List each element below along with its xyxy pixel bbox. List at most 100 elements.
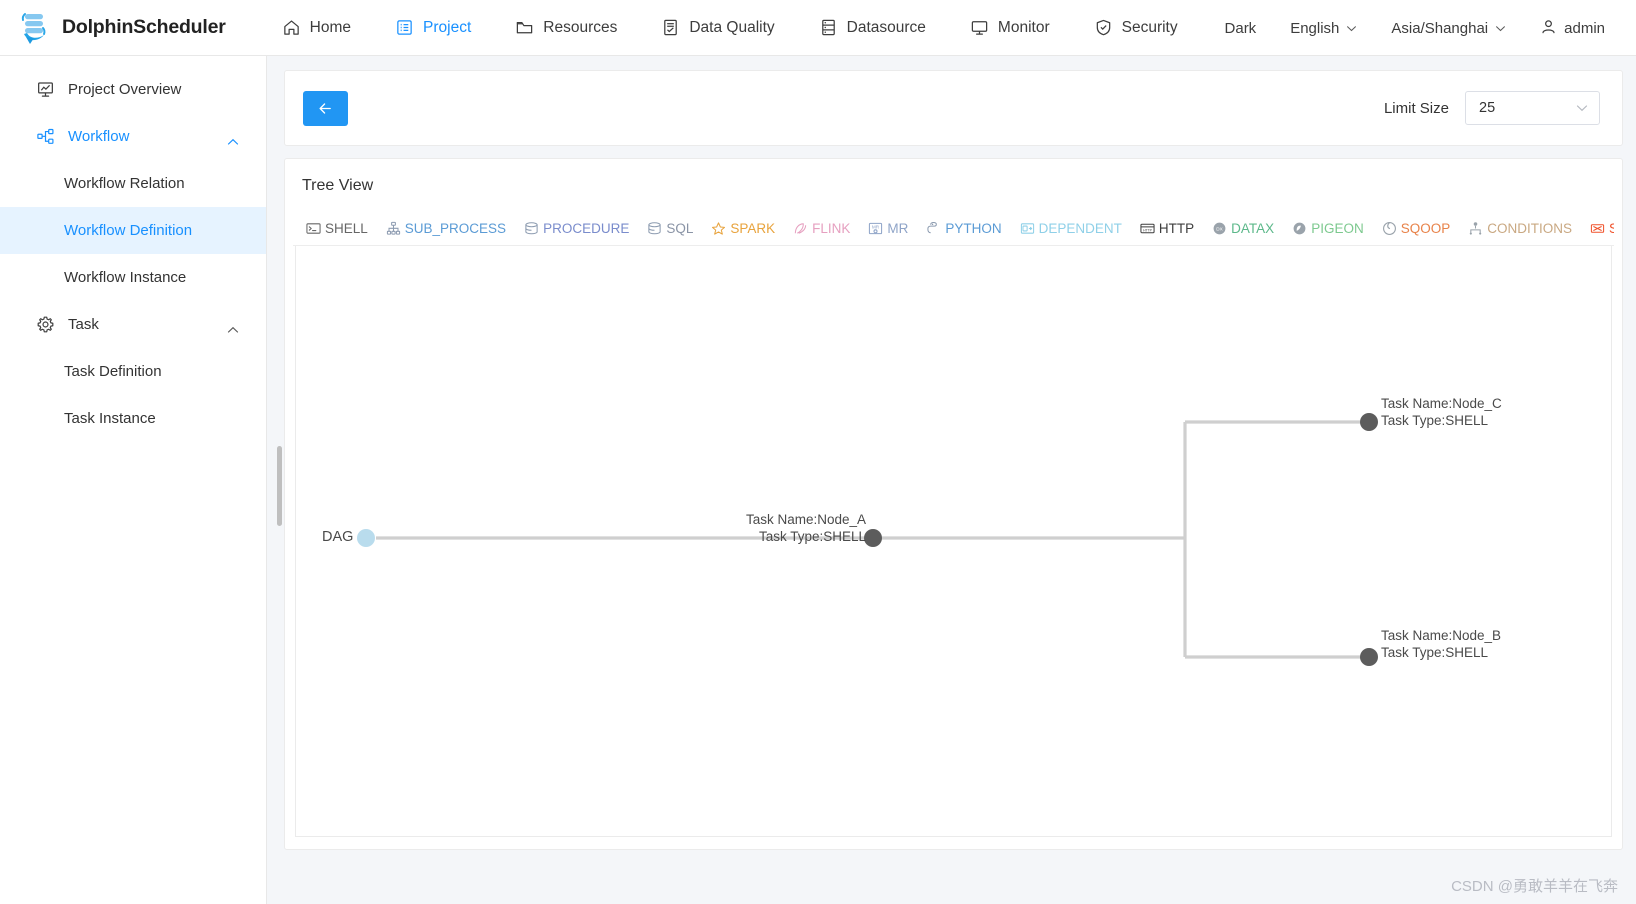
sidebar-item-workflow-definition[interactable]: Workflow Definition (0, 207, 266, 254)
chevron-down-icon (1495, 25, 1506, 32)
legend-item-datax[interactable]: DX DATAX (1203, 221, 1283, 236)
theme-toggle[interactable]: Dark (1208, 20, 1274, 37)
sql-icon (647, 221, 662, 236)
legend-label-switch: SWITCH (1609, 221, 1614, 236)
legend-label-datax: DATAX (1231, 221, 1274, 236)
nav-label-monitor: Monitor (998, 19, 1050, 37)
tree-node-c-label: Task Name:Node_C Task Type:SHELL (1381, 396, 1502, 429)
tree-canvas[interactable]: DAG Task Name:Node_A Task Type:SHELL Tas… (295, 246, 1612, 837)
svg-text:DX: DX (1216, 226, 1223, 231)
legend-item-pigeon[interactable]: PIGEON (1283, 221, 1373, 236)
limit-size-control: Limit Size 25 (1384, 91, 1600, 125)
legend-item-flink[interactable]: FLINK (784, 221, 859, 236)
nav-label-project: Project (423, 19, 471, 37)
procedure-icon (524, 221, 539, 236)
legend-label-procedure: PROCEDURE (543, 221, 629, 236)
legend-label-python: PYTHON (945, 221, 1001, 236)
nav-item-monitor[interactable]: Monitor (948, 0, 1072, 56)
chevron-up-icon (227, 133, 239, 141)
legend-item-procedure[interactable]: PROCEDURE (515, 221, 638, 236)
toolbar-panel: Limit Size 25 (284, 70, 1623, 146)
sidebar-label-workflow-instance: Workflow Instance (64, 269, 186, 286)
tree-node-a (864, 529, 882, 547)
sidebar-item-workflow-relation[interactable]: Workflow Relation (0, 160, 266, 207)
project-icon (395, 18, 414, 37)
shield-icon (1094, 18, 1113, 37)
page-body: Project Overview Workflow Workflow Relat… (0, 56, 1636, 904)
tree-graph (296, 246, 1586, 837)
legend-item-dependent[interactable]: DEPENDENT (1011, 221, 1131, 236)
legend-item-http[interactable]: HTTP HTTP (1131, 221, 1203, 236)
svg-text:HTTP: HTTP (1143, 228, 1153, 232)
database-icon (819, 18, 838, 37)
sidebar-item-task-definition[interactable]: Task Definition (0, 348, 266, 395)
nav-item-datasource[interactable]: Datasource (797, 0, 948, 56)
tree-node-b (1360, 648, 1378, 666)
sidebar-item-task-instance[interactable]: Task Instance (0, 395, 266, 442)
nav-item-home[interactable]: Home (260, 0, 373, 56)
user-menu[interactable]: admin (1523, 18, 1622, 39)
legend-label-pigeon: PIGEON (1311, 221, 1364, 236)
tree-node-a-type: Task Type:SHELL (716, 529, 866, 546)
flink-icon (793, 221, 808, 236)
sidebar-label-workflow-relation: Workflow Relation (64, 175, 185, 192)
legend-item-switch[interactable]: SWITCH (1581, 221, 1614, 236)
watermark: CSDN @勇敢羊羊在飞奔 (1451, 875, 1618, 896)
sidebar-label-task: Task (68, 316, 99, 333)
sidebar-item-project-overview[interactable]: Project Overview (0, 66, 266, 113)
sidebar: Project Overview Workflow Workflow Relat… (0, 56, 267, 904)
sidebar-item-workflow-instance[interactable]: Workflow Instance (0, 254, 266, 301)
tree-node-b-name: Task Name:Node_B (1381, 628, 1501, 645)
legend-item-sqoop[interactable]: SQOOP (1373, 221, 1460, 236)
legend-item-shell[interactable]: SHELL (297, 221, 377, 236)
tree-node-c-type: Task Type:SHELL (1381, 413, 1502, 430)
svg-text:MR: MR (872, 225, 880, 230)
nav-item-data-quality[interactable]: Data Quality (639, 0, 796, 56)
legend-item-mr[interactable]: MR MR (859, 221, 917, 236)
sidebar-label-workflow: Workflow (68, 128, 129, 145)
pigeon-icon (1292, 221, 1307, 236)
chevron-up-icon (227, 321, 239, 329)
tree-node-c (1360, 413, 1378, 431)
legend-label-sqoop: SQOOP (1401, 221, 1451, 236)
legend-label-shell: SHELL (325, 221, 368, 236)
sqoop-icon (1382, 221, 1397, 236)
legend-label-flink: FLINK (812, 221, 850, 236)
top-navigation-bar: DolphinScheduler Home (0, 0, 1636, 56)
overview-icon (35, 80, 55, 100)
brand-name: DolphinScheduler (62, 16, 226, 39)
timezone-selector[interactable]: Asia/Shanghai (1374, 20, 1523, 37)
sidebar-item-workflow[interactable]: Workflow (0, 113, 266, 160)
datax-icon: DX (1212, 221, 1227, 236)
legend-item-sub-process[interactable]: SUB_PROCESS (377, 221, 515, 236)
legend-item-python[interactable]: PYTHON (917, 221, 1010, 236)
content-scrollbar-thumb[interactable] (277, 446, 282, 526)
tree-node-a-name: Task Name:Node_A (716, 512, 866, 529)
http-icon: HTTP (1140, 221, 1155, 236)
legend-item-sql[interactable]: SQL (638, 221, 702, 236)
dependent-icon (1020, 221, 1035, 236)
gear-icon (35, 315, 55, 335)
tree-root-label: DAG (322, 529, 353, 545)
tree-node-root (357, 529, 375, 547)
main-nav-items: Home Project (260, 0, 1200, 56)
nav-label-resources: Resources (543, 19, 617, 37)
legend-item-conditions[interactable]: CONDITIONS (1459, 221, 1581, 236)
legend-item-spark[interactable]: SPARK (702, 221, 784, 236)
nav-label-data-quality: Data Quality (689, 19, 774, 37)
nav-label-home: Home (310, 19, 351, 37)
mr-icon: MR (868, 221, 883, 236)
nav-item-security[interactable]: Security (1072, 0, 1200, 56)
nav-item-resources[interactable]: Resources (493, 0, 639, 56)
spark-icon (711, 221, 726, 236)
conditions-icon (1468, 221, 1483, 236)
limit-size-select[interactable]: 25 (1465, 91, 1600, 125)
back-button[interactable] (303, 91, 348, 126)
nav-item-project[interactable]: Project (373, 0, 493, 56)
legend-label-sub-process: SUB_PROCESS (405, 221, 506, 236)
shell-icon (306, 221, 321, 236)
brand-logo-area[interactable]: DolphinScheduler (14, 8, 226, 48)
sidebar-item-task[interactable]: Task (0, 301, 266, 348)
language-selector[interactable]: English (1273, 20, 1374, 37)
sidebar-label-project-overview: Project Overview (68, 81, 181, 98)
